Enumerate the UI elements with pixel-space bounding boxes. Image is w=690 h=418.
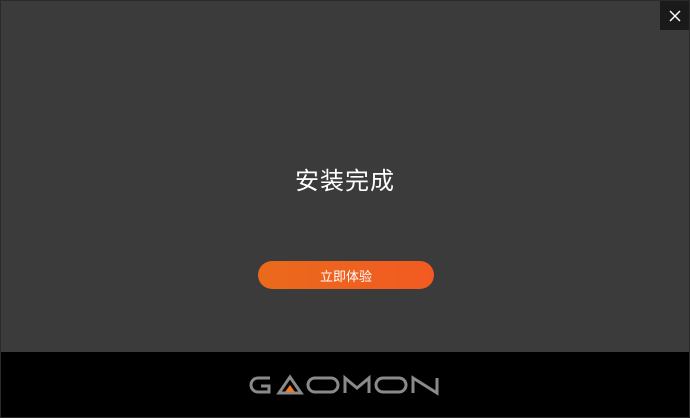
try-now-button[interactable]: 立即体验 (258, 261, 434, 289)
close-icon (669, 10, 680, 21)
installer-window: 安装完成 立即体验 (0, 0, 690, 418)
gaomon-logo (248, 373, 442, 397)
footer-bar (1, 352, 689, 417)
close-button[interactable] (660, 1, 689, 30)
completion-title: 安装完成 (295, 167, 395, 195)
gaomon-logo-mark (249, 373, 439, 396)
